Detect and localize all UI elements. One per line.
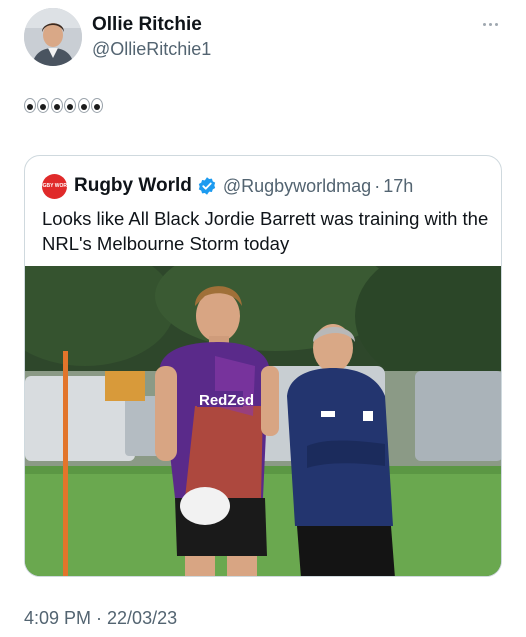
quoted-tweet-header: RUGBY WORLD Rugby World @Rugbyworldmag ·…: [35, 173, 413, 199]
quoted-time[interactable]: 17h: [383, 176, 413, 197]
more-options-icon[interactable]: [478, 14, 502, 34]
eyes-emoji-icon: [78, 98, 103, 113]
verified-badge-icon: [198, 177, 216, 195]
rugby-world-logo-icon[interactable]: RUGBY WORLD: [35, 173, 74, 199]
eyes-emoji-icon: [24, 98, 49, 113]
quoted-tweet[interactable]: RUGBY WORLD Rugby World @Rugbyworldmag ·…: [24, 155, 502, 577]
author-name[interactable]: Ollie Ritchie: [92, 14, 202, 36]
tweet-text: [24, 98, 103, 113]
quoted-photo[interactable]: RedZed: [25, 266, 501, 576]
tweet: Ollie Ritchie @OllieRitchie1 RUGBY WORLD…: [0, 0, 526, 637]
svg-text:RedZed: RedZed: [199, 392, 254, 409]
separator-dot: ·: [374, 175, 381, 196]
quoted-author-name[interactable]: Rugby World: [74, 175, 192, 197]
author-avatar[interactable]: [24, 8, 82, 66]
tweet-timestamp[interactable]: 4:09 PM · 22/03/23: [24, 608, 177, 629]
profile-photo-icon: [24, 8, 82, 66]
eyes-emoji-icon: [51, 98, 76, 113]
quoted-author-handle[interactable]: @Rugbyworldmag: [223, 176, 371, 197]
author-handle[interactable]: @OllieRitchie1: [92, 39, 211, 60]
training-photo-image: RedZed: [25, 266, 501, 576]
quoted-tweet-text: Looks like All Black Jordie Barrett was …: [42, 208, 489, 254]
